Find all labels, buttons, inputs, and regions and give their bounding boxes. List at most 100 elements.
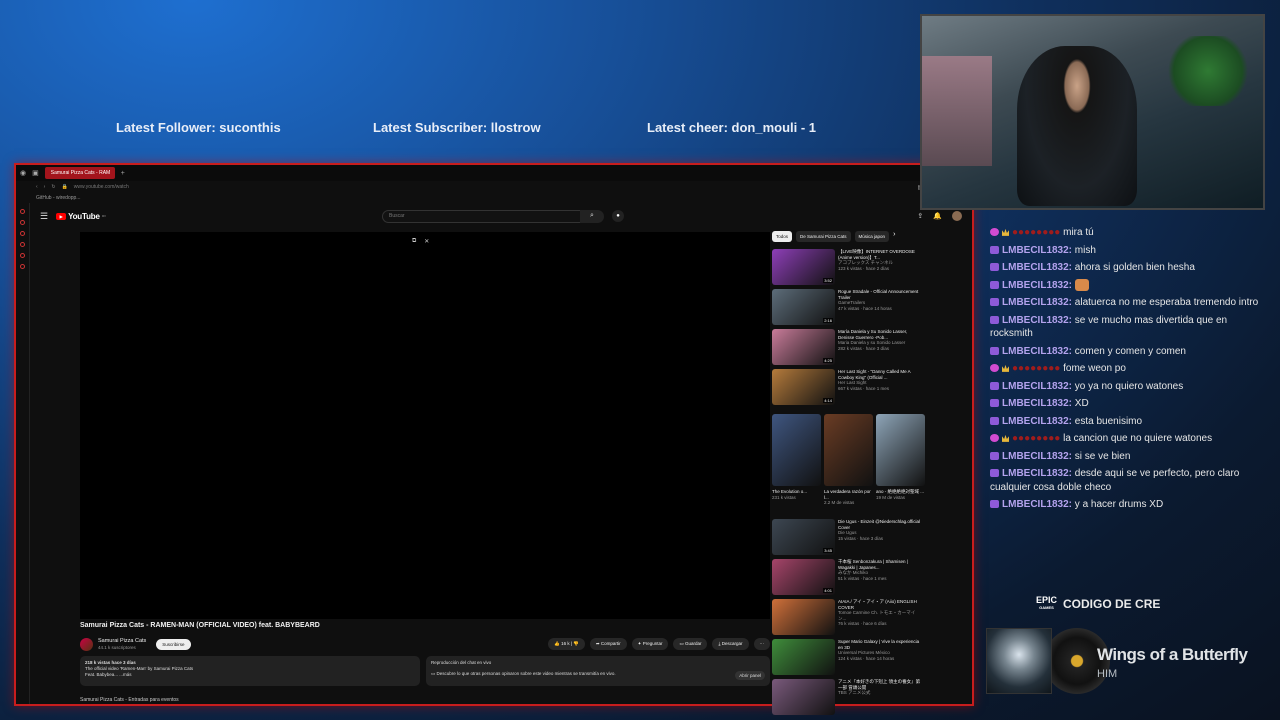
close-player-icon[interactable]: ✕ [424, 238, 429, 245]
chat-username[interactable]: LMBECIL1832: [1002, 346, 1072, 357]
open-panel-button[interactable]: Abrir panel [735, 671, 765, 680]
chat-username[interactable]: LMBECIL1832: [1002, 451, 1072, 462]
sidebar-twitch-icon[interactable] [20, 242, 25, 247]
sidebar-home-icon[interactable] [20, 209, 25, 214]
sidebar-whatsapp-icon[interactable] [20, 231, 25, 236]
bell-icon[interactable]: 🔔 [933, 212, 942, 220]
video-title: María Daniela y Su Sonido Lasser, Deniss… [838, 329, 908, 340]
song-title: Wings of a Butterfly [1097, 645, 1248, 664]
video-thumbnail[interactable] [772, 639, 835, 675]
recommended-video[interactable]: 3:45 Die Ugus - Einzeit @Niederschlag.of… [772, 519, 922, 557]
recommended-video[interactable]: 3:52 【LIVE映像】INTERNET OVERDOSE (Anime ve… [772, 249, 922, 287]
recommended-video[interactable]: アニメ『本好きの下剋上 領主の養女』第一部 冒頭公開 TBS アニメ公式 [772, 679, 922, 717]
recommended-video[interactable]: 2:16 Rogue Stradale - Official Announcem… [772, 289, 922, 327]
new-tab-icon[interactable]: + [121, 170, 125, 177]
browser-tab[interactable]: Samurai Pizza Cats - RAM [44, 167, 115, 179]
recommended-video[interactable]: Super Mario Galaxy | Vive la experiencia… [772, 639, 922, 677]
tabs-icon[interactable]: ▣ [32, 169, 39, 177]
latest-cheer: Latest cheer: don_mouli - 1 [647, 120, 817, 135]
play-icon: ▶ [56, 212, 67, 220]
chat-username[interactable]: LMBECIL1832: [1002, 262, 1072, 273]
reload-icon[interactable]: ↻ [51, 184, 55, 190]
chat-username[interactable]: LMBECIL1832: [1002, 315, 1072, 326]
url-field[interactable]: www.youtube.com/watch [74, 184, 129, 190]
video-title: Super Mario Galaxy | Vive la experiencia… [838, 639, 920, 650]
recommended-video[interactable]: AIAIA / アイ・アイ・ア (Aiio) ENGLISH COVER Tom… [772, 599, 922, 637]
short-thumbnail[interactable] [772, 414, 821, 486]
chat-message: LMBECIL1832: esta buenisimo [990, 415, 1265, 429]
video-thumbnail[interactable]: 4:14 [772, 369, 835, 405]
bookmark-github[interactable]: GitHub - wiredopp... [36, 195, 80, 201]
live-chat-body: Descubre lo que otras personas opinaron … [436, 671, 616, 676]
short-title: ano - 絶絶絶絶対聖域 ... [876, 489, 925, 494]
avatar[interactable] [952, 211, 962, 221]
chat-username[interactable]: LMBECIL1832: [1002, 297, 1072, 308]
pip-icon[interactable]: ⧉ [412, 238, 416, 245]
video-thumbnail[interactable] [772, 679, 835, 715]
chat-username[interactable]: ●●●●●●●● [1012, 433, 1060, 444]
short-item[interactable]: La verdadera razón por l... 2.2 M de vist… [824, 414, 873, 506]
song-artist: HIM [1097, 668, 1118, 680]
chip[interactable]: Todos [772, 231, 793, 242]
more-actions-button[interactable]: ⋯ [753, 638, 770, 650]
chat-username[interactable]: LMBECIL1832: [1002, 416, 1072, 427]
video-thumbnail[interactable]: 3:45 [772, 519, 835, 555]
video-player[interactable]: ⧉ ✕ [80, 232, 770, 619]
chat-username[interactable]: ●●●●●●●● [1012, 363, 1060, 374]
chat-username[interactable]: LMBECIL1832: [1002, 245, 1072, 256]
back-icon[interactable]: ‹ [36, 184, 38, 190]
chat-username[interactable]: LMBECIL1832: [1002, 381, 1072, 392]
share-button[interactable]: ➦ Compartir [589, 638, 627, 650]
short-thumbnail[interactable] [876, 414, 925, 486]
channel-name[interactable]: Samurai Pizza Cats [98, 638, 146, 645]
recommended-video[interactable]: 4:14 Her Last Sight - "Danny Called Me A… [772, 369, 922, 407]
chat-message: LMBECIL1832: se ve mucho mas divertida q… [990, 314, 1265, 341]
chip[interactable]: De Samurai Pizza Cats [796, 231, 851, 242]
sidebar-messenger-icon[interactable] [20, 220, 25, 225]
forward-icon[interactable]: › [44, 184, 46, 190]
chat-message: LMBECIL1832: comen y comen y comen [990, 345, 1265, 359]
recommended-video[interactable]: 4:25 María Daniela y Su Sonido Lasser, D… [772, 329, 922, 367]
ask-button[interactable]: ✦ Preguntar [631, 638, 669, 650]
short-thumbnail[interactable] [824, 414, 873, 486]
video-thumbnail[interactable] [772, 599, 835, 635]
channel-avatar[interactable] [80, 637, 93, 651]
webcam-plant [1163, 36, 1253, 106]
subscribe-button[interactable]: Suscribirse [156, 638, 191, 650]
mic-icon[interactable]: ● [612, 210, 624, 222]
hamburger-icon[interactable]: ☰ [40, 211, 48, 222]
chat-message: LMBECIL1832: ahora si golden bien hesha [990, 261, 1265, 275]
chat-username[interactable]: LMBECIL1832: [1002, 398, 1072, 409]
search-input[interactable]: Buscar [382, 209, 592, 223]
chat-username[interactable]: LMBECIL1832: [1002, 499, 1072, 510]
youtube-logo[interactable]: ▶ YouTube MX [56, 212, 106, 221]
video-meta: 51 k vistas · hace 1 mes [838, 575, 887, 581]
video-title: Die Ugus - Einzeit @Niederschlag.officia… [838, 519, 921, 530]
download-button[interactable]: ⤓ Descargar [712, 638, 749, 650]
short-item[interactable]: The Evolution o... 231 k vistas [772, 414, 821, 506]
video-thumbnail[interactable]: 4:01 [772, 559, 835, 595]
chat-username[interactable]: LMBECIL1832: [1002, 280, 1072, 291]
save-button[interactable]: ▭ Guardar [673, 638, 708, 650]
chat-message: LMBECIL1832: si se ve bien [990, 450, 1265, 464]
chevron-right-icon[interactable]: › [893, 231, 895, 242]
epic-creator-code: EPIC GAMES CODIGO DE CRE [1036, 596, 1160, 612]
search-icon[interactable]: ⌕ [580, 209, 604, 223]
video-thumbnail[interactable]: 4:25 [772, 329, 835, 365]
opera-icon[interactable]: ◉ [20, 169, 26, 177]
video-title: Her Last Sight - "Danny Called Me A Cowb… [838, 369, 911, 380]
like-button[interactable]: 👍 16 k | 👎 [548, 638, 585, 650]
sidebar-history-icon[interactable] [20, 253, 25, 258]
video-thumbnail[interactable]: 2:16 [772, 289, 835, 325]
sidebar-settings-icon[interactable] [20, 264, 25, 269]
short-views: 231 k vistas [772, 494, 796, 500]
chat-username[interactable]: LMBECIL1832: [1002, 468, 1072, 479]
video-thumbnail[interactable]: 3:52 [772, 249, 835, 285]
short-item[interactable]: ano - 絶絶絶絶対聖域 ... 19 M de vistas [876, 414, 925, 506]
chip[interactable]: Música japon [854, 231, 890, 242]
chat-username[interactable]: ●●●●●●●● [1012, 227, 1060, 238]
recommended-video[interactable]: 4:01 千本桜 Senbonzakura | Shamisen | Wagak… [772, 559, 922, 597]
youtube-header: ☰ ▶ YouTube MX Buscar ⌕ ● ⇪ 🔔 [40, 207, 962, 225]
description-box[interactable]: 218 k vistas hace 3 días The official vi… [80, 656, 420, 686]
upload-icon[interactable]: ⇪ [917, 212, 923, 220]
